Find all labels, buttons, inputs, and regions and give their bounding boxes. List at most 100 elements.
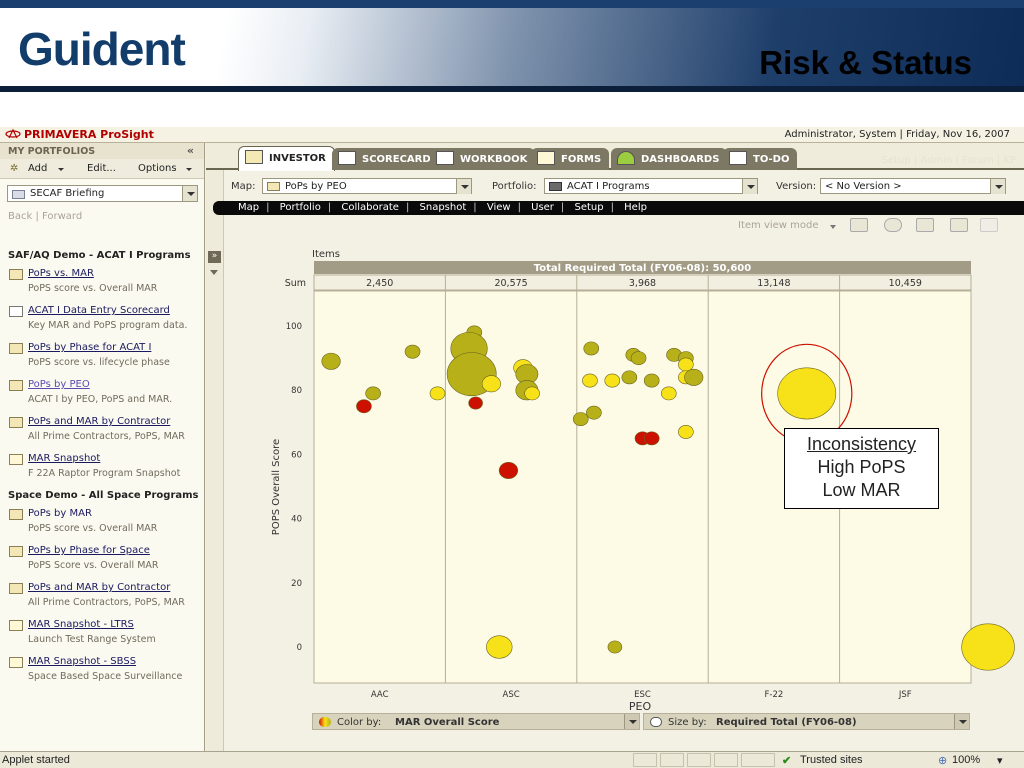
item-label[interactable]: PoPs by MAR (28, 508, 92, 519)
chevron-down-icon[interactable] (990, 179, 1005, 194)
x-tick-label: AAC (371, 690, 389, 700)
bubble-point (468, 396, 483, 410)
view-toolbar: Item view mode (224, 217, 1024, 235)
menu-item-user[interactable]: User (531, 202, 554, 213)
tab-label: WORKBOOK (460, 154, 528, 165)
item-label[interactable]: PoPs by Phase for Space (28, 545, 150, 556)
y-tick-label: 0 (297, 643, 302, 653)
check-icon: ✔ (782, 755, 792, 767)
bubble-point (961, 623, 1015, 671)
add-button[interactable]: Add (28, 163, 47, 174)
item-label[interactable]: PoPs by Phase for ACAT I (28, 342, 151, 353)
menu-item-map[interactable]: Map (238, 202, 259, 213)
map-select-value: PoPs by PEO (285, 181, 347, 192)
menu-item-collaborate[interactable]: Collaborate (341, 202, 399, 213)
portfolio-filter-select[interactable]: ACAT I Programs (544, 178, 758, 194)
chevron-down-icon[interactable] (624, 714, 639, 729)
bubble-point (643, 373, 660, 388)
sum-value: 13,148 (757, 278, 790, 289)
item-label[interactable]: PoPs and MAR by Contractor (28, 416, 170, 427)
options-button[interactable]: Options (138, 163, 177, 174)
bubble-point (498, 461, 519, 479)
menu-item-portfolio[interactable]: Portfolio (280, 202, 321, 213)
item-label[interactable]: PoPs vs. MAR (28, 268, 94, 279)
pin-icon[interactable] (980, 218, 998, 232)
chevron-down-icon[interactable] (182, 186, 197, 201)
version-label: Version: (776, 181, 817, 192)
menu-item-help[interactable]: Help (624, 202, 647, 213)
map-select[interactable]: PoPs by PEO (262, 178, 472, 194)
edit-button[interactable]: Edit... (87, 163, 116, 174)
options-dropdown-icon[interactable] (186, 168, 192, 171)
briefcase-icon (549, 182, 562, 191)
portfolio-select[interactable]: SECAF Briefing (7, 185, 198, 202)
y-tick-label: 60 (291, 450, 302, 460)
menu-item-setup[interactable]: Setup (574, 202, 603, 213)
print-icon[interactable] (916, 218, 934, 232)
tab-forms[interactable]: FORMS (531, 148, 610, 170)
items-label: Items (312, 249, 340, 260)
add-dropdown-icon[interactable] (58, 168, 64, 171)
snapshot-icon (9, 657, 23, 668)
checklist-icon (729, 151, 747, 165)
tab-todo[interactable]: TO-DO (723, 148, 798, 170)
item-label[interactable]: PoPs by PEO (28, 379, 90, 390)
tab-investor[interactable]: INVESTOR (238, 146, 335, 171)
bubble-point (582, 373, 598, 388)
status-cell (741, 753, 775, 767)
menu-item-snapshot[interactable]: Snapshot (420, 202, 467, 213)
status-cell (714, 753, 738, 767)
color-by-select[interactable]: Color by: MAR Overall Score (312, 713, 640, 730)
bubble-point (321, 352, 341, 370)
chevron-down-icon[interactable] (742, 179, 757, 194)
browser-status-bar: Applet started ✔ Trusted sites ⊕ 100% ▾ (0, 751, 1024, 768)
item-label[interactable]: MAR Snapshot - SBSS (28, 656, 136, 667)
zoom-dropdown-icon[interactable]: ▾ (997, 754, 1003, 767)
portfolio-panel-header: MY PORTFOLIOS « (0, 143, 204, 159)
email-icon[interactable] (950, 218, 968, 232)
sum-value: 20,575 (494, 278, 527, 289)
version-select[interactable]: < No Version > (820, 178, 1006, 194)
size-by-select[interactable]: Size by: Required Total (FY06-08) (643, 713, 970, 730)
tab-scorecard[interactable]: SCORECARD (332, 148, 439, 170)
view-mode-select[interactable]: Item view mode (738, 220, 819, 231)
slide-header: Guident Risk & Status (0, 0, 1024, 92)
item-label[interactable]: ACAT I Data Entry Scorecard (28, 305, 170, 316)
header-links[interactable]: Setup | Admin | Forum | KP (882, 155, 1016, 166)
back-forward-nav[interactable]: Back | Forward (8, 211, 82, 222)
workbook-icon (436, 151, 454, 165)
bubble-point (630, 351, 647, 365)
zoom-level[interactable]: 100% (952, 754, 980, 766)
investor-icon (245, 150, 263, 164)
bubble-point (621, 370, 638, 385)
item-description: All Prime Contractors, PoPS, MAR (28, 597, 185, 608)
color-by-value: MAR Overall Score (395, 717, 500, 728)
group-title: Space Demo - All Space Programs (8, 490, 199, 501)
window-icon[interactable] (850, 218, 868, 232)
group-title: SAF/AQ Demo - ACAT I Programs (8, 250, 191, 261)
size-by-label: Size by: (668, 717, 707, 728)
y-tick-label: 20 (291, 579, 302, 589)
y-tick-label: 80 (291, 386, 302, 396)
item-label[interactable]: PoPs and MAR by Contractor (28, 582, 170, 593)
chevron-down-icon[interactable] (830, 225, 836, 229)
bubble-point (604, 373, 621, 388)
refresh-icon[interactable] (884, 218, 902, 232)
tab-label: DASHBOARDS (641, 154, 720, 165)
app-titlebar: PRIMAVERA ProSight Administrator, System… (0, 127, 1024, 143)
bubble-point (684, 368, 704, 386)
chevron-down-icon[interactable] (456, 179, 471, 194)
menu-item-view[interactable]: View (487, 202, 511, 213)
sum-value: 3,968 (629, 278, 656, 289)
chevron-down-icon[interactable] (954, 714, 969, 729)
collapse-panel-button[interactable]: « (187, 144, 194, 157)
sum-value: 2,450 (366, 278, 393, 289)
sum-value: 10,459 (889, 278, 922, 289)
bubble-chart-icon (9, 417, 23, 428)
item-label[interactable]: MAR Snapshot - LTRS (28, 619, 134, 630)
tab-dashboards[interactable]: DASHBOARDS (611, 148, 728, 170)
tab-workbook[interactable]: WORKBOOK (430, 148, 536, 170)
color-by-label: Color by: (337, 717, 382, 728)
item-label[interactable]: MAR Snapshot (28, 453, 100, 464)
app-logo: PRIMAVERA ProSight (5, 128, 154, 141)
